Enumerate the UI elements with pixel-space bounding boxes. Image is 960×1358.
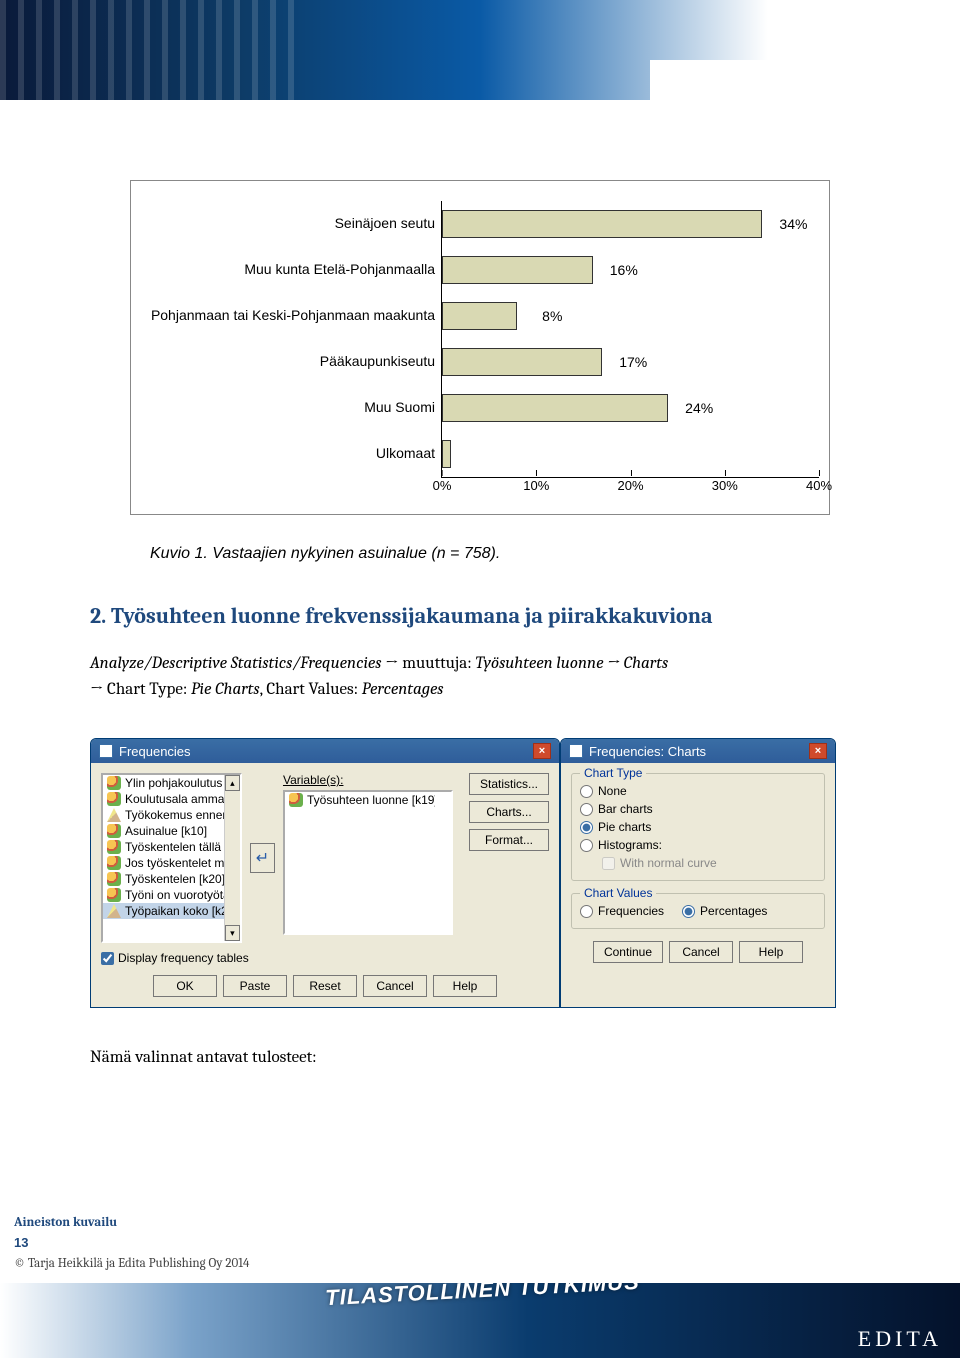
nominal-var-icon	[107, 872, 121, 886]
chart-y-labels: Seinäjoen seutu Muu kunta Etelä-Pohjanma…	[141, 201, 441, 504]
list-item[interactable]: Koulutusala ammattik...	[103, 791, 224, 807]
radio-bar[interactable]: Bar charts	[580, 800, 816, 818]
dialog-title-bar[interactable]: Frequencies: Charts ×	[561, 739, 835, 763]
radio-pie[interactable]: Pie charts	[580, 818, 816, 836]
paste-button[interactable]: Paste	[223, 975, 287, 997]
page-number: 13	[14, 1233, 946, 1254]
dialog-title-bar[interactable]: Frequencies ×	[91, 739, 559, 763]
statistics...-button[interactable]: Statistics...	[469, 773, 549, 795]
help-button[interactable]: Help	[739, 941, 803, 963]
cat-label: Pohjanmaan tai Keski-Pohjanmaan maakunta	[151, 308, 435, 323]
cancel-button[interactable]: Cancel	[363, 975, 427, 997]
bar-value: 16%	[610, 262, 638, 278]
charts...-button[interactable]: Charts...	[469, 801, 549, 823]
chart-plot-area: 34% 16% 8% 17% 24%	[441, 201, 819, 478]
cat-label: Seinäjoen seutu	[335, 216, 435, 231]
nominal-var-icon	[289, 793, 303, 807]
close-icon[interactable]: ×	[809, 743, 827, 759]
variables-label: Variable(s):	[283, 773, 453, 787]
section-heading: 2. Työsuhteen luonne frekvenssijakaumana…	[90, 603, 870, 629]
cat-label: Muu kunta Etelä-Pohjanmaalla	[244, 262, 435, 277]
reset-button[interactable]: Reset	[293, 975, 357, 997]
bar-value: 17%	[619, 354, 647, 370]
bar-value: 34%	[779, 216, 807, 232]
continue-button[interactable]: Continue	[593, 941, 663, 963]
scroll-down-icon[interactable]: ▾	[225, 925, 240, 941]
frequencies-dialog: Frequencies × Ylin pohjakoulutus en...Ko…	[90, 738, 560, 1008]
scale-var-icon	[107, 808, 121, 822]
bar-value: 8%	[542, 308, 562, 324]
brand-tilastollinen: TILASTOLLINEN TUTKIMUS	[325, 1283, 641, 1311]
nominal-var-icon	[107, 776, 121, 790]
source-variables-list[interactable]: Ylin pohjakoulutus en...Koulutusala amma…	[101, 773, 242, 943]
transfer-button[interactable]: ↵	[250, 843, 275, 873]
cat-label: Pääkaupunkiseutu	[320, 354, 435, 369]
nominal-var-icon	[107, 792, 121, 806]
radio-freq[interactable]: Frequencies	[580, 902, 664, 920]
list-item[interactable]: Jos työskentelet maa...	[103, 855, 224, 871]
list-item[interactable]: Työpaikan koko [k22]	[103, 903, 224, 919]
cat-label: Ulkomaat	[376, 446, 435, 461]
footer-title: Aineiston kuvailu	[14, 1213, 946, 1234]
chart-x-axis: 0% 10% 20% 30% 40%	[441, 478, 819, 504]
list-item[interactable]: Työskentelen [k20]	[103, 871, 224, 887]
list-item[interactable]: Työsuhteen luonne [k19]	[285, 792, 435, 808]
list-item[interactable]: Työni on vuorotyötä [...	[103, 887, 224, 903]
chart-values-group: Chart Values Frequencies Percentages	[571, 893, 825, 929]
dialog-title: Frequencies: Charts	[589, 744, 706, 759]
list-item[interactable]: Asuinalue [k10]	[103, 823, 224, 839]
dialog-title: Frequencies	[119, 744, 191, 759]
format...-button[interactable]: Format...	[469, 829, 549, 851]
nominal-var-icon	[107, 856, 121, 870]
list-item[interactable]: Työskentelen tällä he...	[103, 839, 224, 855]
header-banner	[0, 0, 960, 100]
dialog-icon	[569, 744, 583, 758]
radio-none[interactable]: None	[580, 782, 816, 800]
nominal-var-icon	[107, 888, 121, 902]
radio-hist[interactable]: Histograms:	[580, 836, 816, 854]
close-icon[interactable]: ×	[533, 743, 551, 759]
radio-pct[interactable]: Percentages	[682, 902, 767, 920]
brand-edita: EDITA	[858, 1326, 942, 1352]
note-text: Nämä valinnat antavat tulosteet:	[90, 1048, 870, 1067]
display-freq-checkbox[interactable]: Display frequency tables	[101, 951, 549, 965]
bar-value: 24%	[685, 400, 713, 416]
nominal-var-icon	[107, 824, 121, 838]
dialog-icon	[99, 744, 113, 758]
page-footer: Aineiston kuvailu 13 © Tarja Heikkilä ja…	[0, 1213, 960, 1358]
cancel-button[interactable]: Cancel	[669, 941, 733, 963]
help-button[interactable]: Help	[433, 975, 497, 997]
bar-chart: Seinäjoen seutu Muu kunta Etelä-Pohjanma…	[130, 180, 830, 515]
chart-type-group: Chart Type None Bar charts Pie charts Hi…	[571, 773, 825, 881]
frequencies-charts-dialog: Frequencies: Charts × Chart Type None Ba…	[560, 738, 836, 1008]
scroll-up-icon[interactable]: ▴	[225, 775, 240, 791]
copyright: © Tarja Heikkilä ja Edita Publishing Oy …	[14, 1254, 946, 1275]
target-variables-list[interactable]: Työsuhteen luonne [k19]	[283, 790, 453, 935]
list-item[interactable]: Työkokemus ennen a...	[103, 807, 224, 823]
figure-caption: Kuvio 1. Vastaajien nykyinen asuinalue (…	[150, 545, 870, 563]
scrollbar[interactable]: ▴ ▾	[224, 775, 240, 941]
scale-var-icon	[107, 904, 121, 918]
nominal-var-icon	[107, 840, 121, 854]
check-normal: With normal curve	[602, 854, 816, 872]
cat-label: Muu Suomi	[364, 400, 435, 415]
list-item[interactable]: Ylin pohjakoulutus en...	[103, 775, 224, 791]
ok-button[interactable]: OK	[153, 975, 217, 997]
body-text: Analyze/Descriptive Statistics/Frequenci…	[90, 651, 870, 702]
